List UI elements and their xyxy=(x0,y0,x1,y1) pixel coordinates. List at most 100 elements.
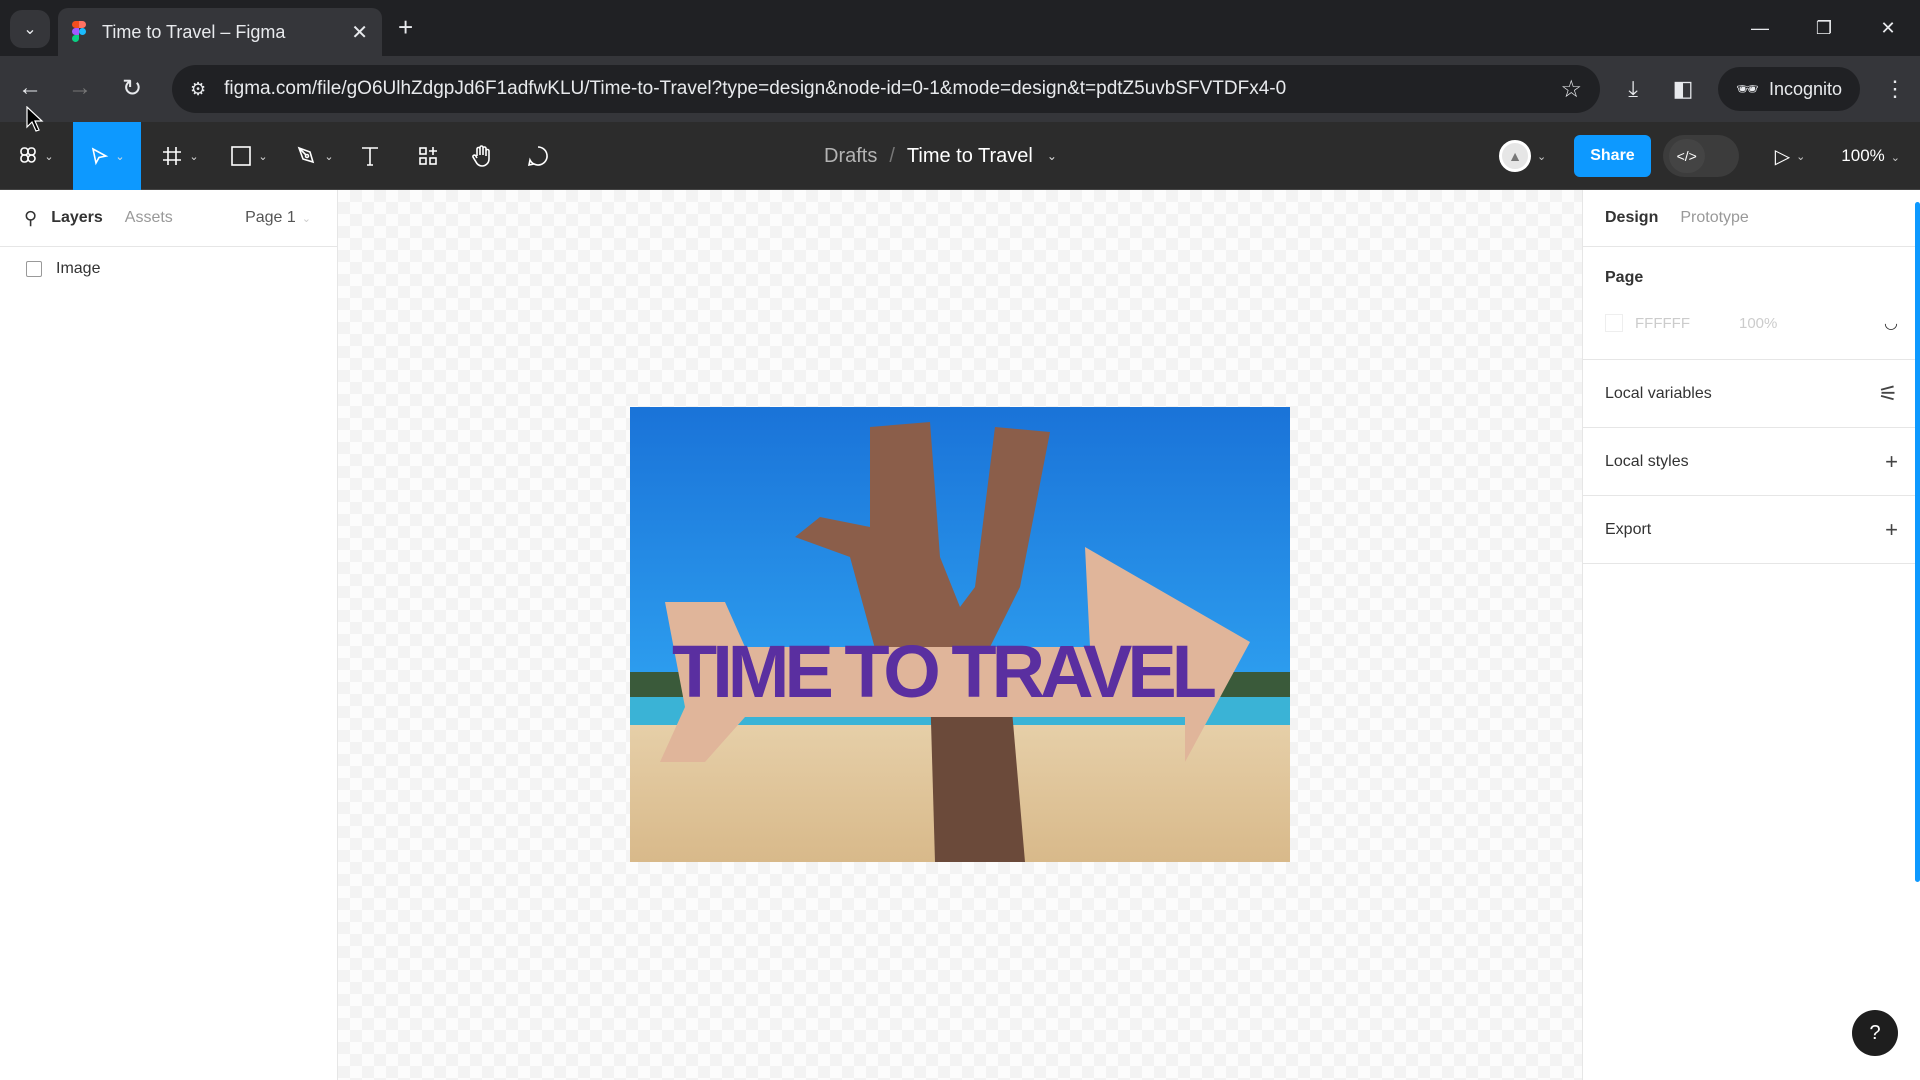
comment-icon xyxy=(527,146,548,167)
add-export-plus-icon[interactable]: + xyxy=(1885,517,1898,543)
export-section[interactable]: Export + xyxy=(1583,496,1920,564)
toolbar-right: ▲ ⌄ Share </> ▷ ⌄ 100% ⌄ xyxy=(1499,122,1920,190)
forward-icon[interactable]: → xyxy=(62,70,98,106)
breadcrumb-drafts[interactable]: Drafts xyxy=(824,145,877,168)
download-icon[interactable]: ⤓ xyxy=(1608,76,1658,102)
breadcrumb: Drafts / Time to Travel ⌄ xyxy=(824,122,1057,190)
page-selector-label: Page 1 xyxy=(245,209,296,226)
browser-tab[interactable]: Time to Travel – Figma ✕ xyxy=(58,8,382,56)
panel-scrollbar[interactable] xyxy=(1915,202,1920,882)
shape-tool-button[interactable]: ⌄ xyxy=(224,122,274,190)
comment-tool-button[interactable] xyxy=(520,122,556,190)
tab-search-button[interactable]: ⌄ xyxy=(10,10,50,48)
user-avatar[interactable]: ▲ xyxy=(1499,140,1531,172)
pen-tool-button[interactable]: ⌄ xyxy=(290,122,340,190)
present-play-icon[interactable]: ▷ xyxy=(1775,144,1790,169)
code-icon: </> xyxy=(1668,139,1705,173)
rectangle-icon xyxy=(231,146,252,166)
frame-tool-button[interactable]: ⌄ xyxy=(155,122,205,190)
window-controls: — ❐ ✕ xyxy=(1728,0,1920,56)
text-icon xyxy=(362,147,378,166)
local-styles-label: Local styles xyxy=(1605,452,1689,470)
incognito-badge[interactable]: 🕶 Incognito xyxy=(1718,67,1860,111)
help-button[interactable]: ? xyxy=(1852,1010,1898,1056)
url-text[interactable]: figma.com/file/gO6UlhZdgpJd6F1adfwKLU/Ti… xyxy=(224,78,1560,100)
pen-icon xyxy=(298,146,315,164)
browser-actions: ⤓ ◧ 🕶 Incognito ⋮ xyxy=(1608,65,1920,113)
reload-icon[interactable]: ↻ xyxy=(114,70,150,106)
browser-menu-icon[interactable]: ⋮ xyxy=(1870,76,1920,102)
close-window-icon[interactable]: ✕ xyxy=(1856,0,1920,56)
left-panel-tabs: ⚲ Layers Assets Page 1 ⌄ xyxy=(0,190,337,247)
page-fill-row: FFFFFF 100% ◡ xyxy=(1605,313,1898,333)
chevron-down-icon: ⌄ xyxy=(258,150,268,163)
url-bar[interactable]: ⚙ figma.com/file/gO6UlhZdgpJd6F1adfwKLU/… xyxy=(172,65,1600,113)
incognito-label: Incognito xyxy=(1768,78,1842,99)
fill-swatch[interactable] xyxy=(1605,314,1623,332)
sign-text: TIME TO TRAVEL xyxy=(672,630,1217,713)
chevron-down-icon: ⌄ xyxy=(324,150,334,163)
chevron-down-icon[interactable]: ⌄ xyxy=(1537,150,1546,163)
resources-button[interactable] xyxy=(410,122,446,190)
tab-layers[interactable]: Layers xyxy=(51,209,103,227)
chevron-down-icon[interactable]: ⌄ xyxy=(1047,149,1057,163)
main-menu-button[interactable]: ⌄ xyxy=(10,122,62,190)
restore-icon[interactable]: ❐ xyxy=(1792,0,1856,56)
side-panel-icon[interactable]: ◧ xyxy=(1658,76,1708,102)
visibility-eye-icon[interactable]: ◡ xyxy=(1884,313,1898,333)
page-section-title: Page xyxy=(1605,269,1644,286)
chevron-down-icon: ⌄ xyxy=(23,21,37,38)
design-canvas[interactable]: TIME TO TRAVEL xyxy=(338,190,1582,1080)
local-variables-section[interactable]: Local variables ⚟ xyxy=(1583,360,1920,428)
chevron-down-icon[interactable]: ⌄ xyxy=(1796,150,1805,163)
figma-favicon-icon xyxy=(72,21,86,43)
resources-icon xyxy=(419,147,437,165)
chevron-down-icon: ⌄ xyxy=(44,150,54,163)
close-tab-icon[interactable]: ✕ xyxy=(351,20,368,45)
dev-mode-toggle[interactable]: </> xyxy=(1662,135,1739,177)
new-tab-icon[interactable]: + xyxy=(398,12,413,43)
chevron-down-icon: ⌄ xyxy=(301,213,311,225)
local-variables-label: Local variables xyxy=(1605,384,1712,402)
bookmark-star-icon[interactable]: ☆ xyxy=(1560,75,1582,104)
text-tool-button[interactable] xyxy=(352,122,388,190)
address-bar-row: ← → ↻ ⚙ figma.com/file/gO6UlhZdgpJd6F1ad… xyxy=(0,56,1920,122)
layers-panel: ⚲ Layers Assets Page 1 ⌄ Image xyxy=(0,190,338,1080)
local-styles-section[interactable]: Local styles + xyxy=(1583,428,1920,496)
hand-tool-button[interactable] xyxy=(464,122,500,190)
user-icon: ▲ xyxy=(1508,148,1522,164)
frame-icon xyxy=(163,147,182,165)
chevron-down-icon: ⌄ xyxy=(1890,152,1900,164)
fill-opacity-input[interactable]: 100% xyxy=(1739,315,1777,332)
tab-design[interactable]: Design xyxy=(1605,209,1658,227)
right-panel-tabs: Design Prototype xyxy=(1583,190,1920,247)
browser-tab-bar: ⌄ Time to Travel – Figma ✕ + — ❐ ✕ xyxy=(0,0,1920,56)
image-layer-icon xyxy=(26,261,42,277)
site-settings-icon[interactable]: ⚙ xyxy=(190,79,206,100)
cursor-arrow-icon xyxy=(92,147,109,166)
search-icon[interactable]: ⚲ xyxy=(24,208,37,229)
layer-item[interactable]: Image xyxy=(0,247,337,291)
zoom-level[interactable]: 100% ⌄ xyxy=(1841,146,1900,166)
back-icon[interactable]: ← xyxy=(12,70,48,106)
move-tool-button[interactable]: ⌄ xyxy=(73,122,141,190)
tab-prototype[interactable]: Prototype xyxy=(1680,209,1748,227)
chevron-down-icon: ⌄ xyxy=(115,150,125,163)
share-button[interactable]: Share xyxy=(1574,135,1651,177)
add-style-plus-icon[interactable]: + xyxy=(1885,449,1898,475)
minimize-icon[interactable]: — xyxy=(1728,0,1792,56)
zoom-level-value: 100% xyxy=(1841,146,1885,165)
file-name[interactable]: Time to Travel xyxy=(907,145,1033,168)
hand-icon xyxy=(472,145,490,167)
tab-assets[interactable]: Assets xyxy=(125,209,173,227)
tab-title: Time to Travel – Figma xyxy=(102,21,286,42)
properties-panel: Design Prototype Page FFFFFF 100% ◡ Loca… xyxy=(1582,190,1920,1080)
breadcrumb-separator: / xyxy=(889,144,895,167)
layer-name: Image xyxy=(56,260,101,277)
chevron-down-icon: ⌄ xyxy=(189,150,199,163)
variables-icon[interactable]: ⚟ xyxy=(1878,381,1898,407)
page-selector[interactable]: Page 1 ⌄ xyxy=(245,209,311,227)
figma-logo-icon xyxy=(20,147,37,163)
fill-hex-input[interactable]: FFFFFF xyxy=(1635,315,1739,332)
image-artwork[interactable]: TIME TO TRAVEL xyxy=(630,407,1290,862)
